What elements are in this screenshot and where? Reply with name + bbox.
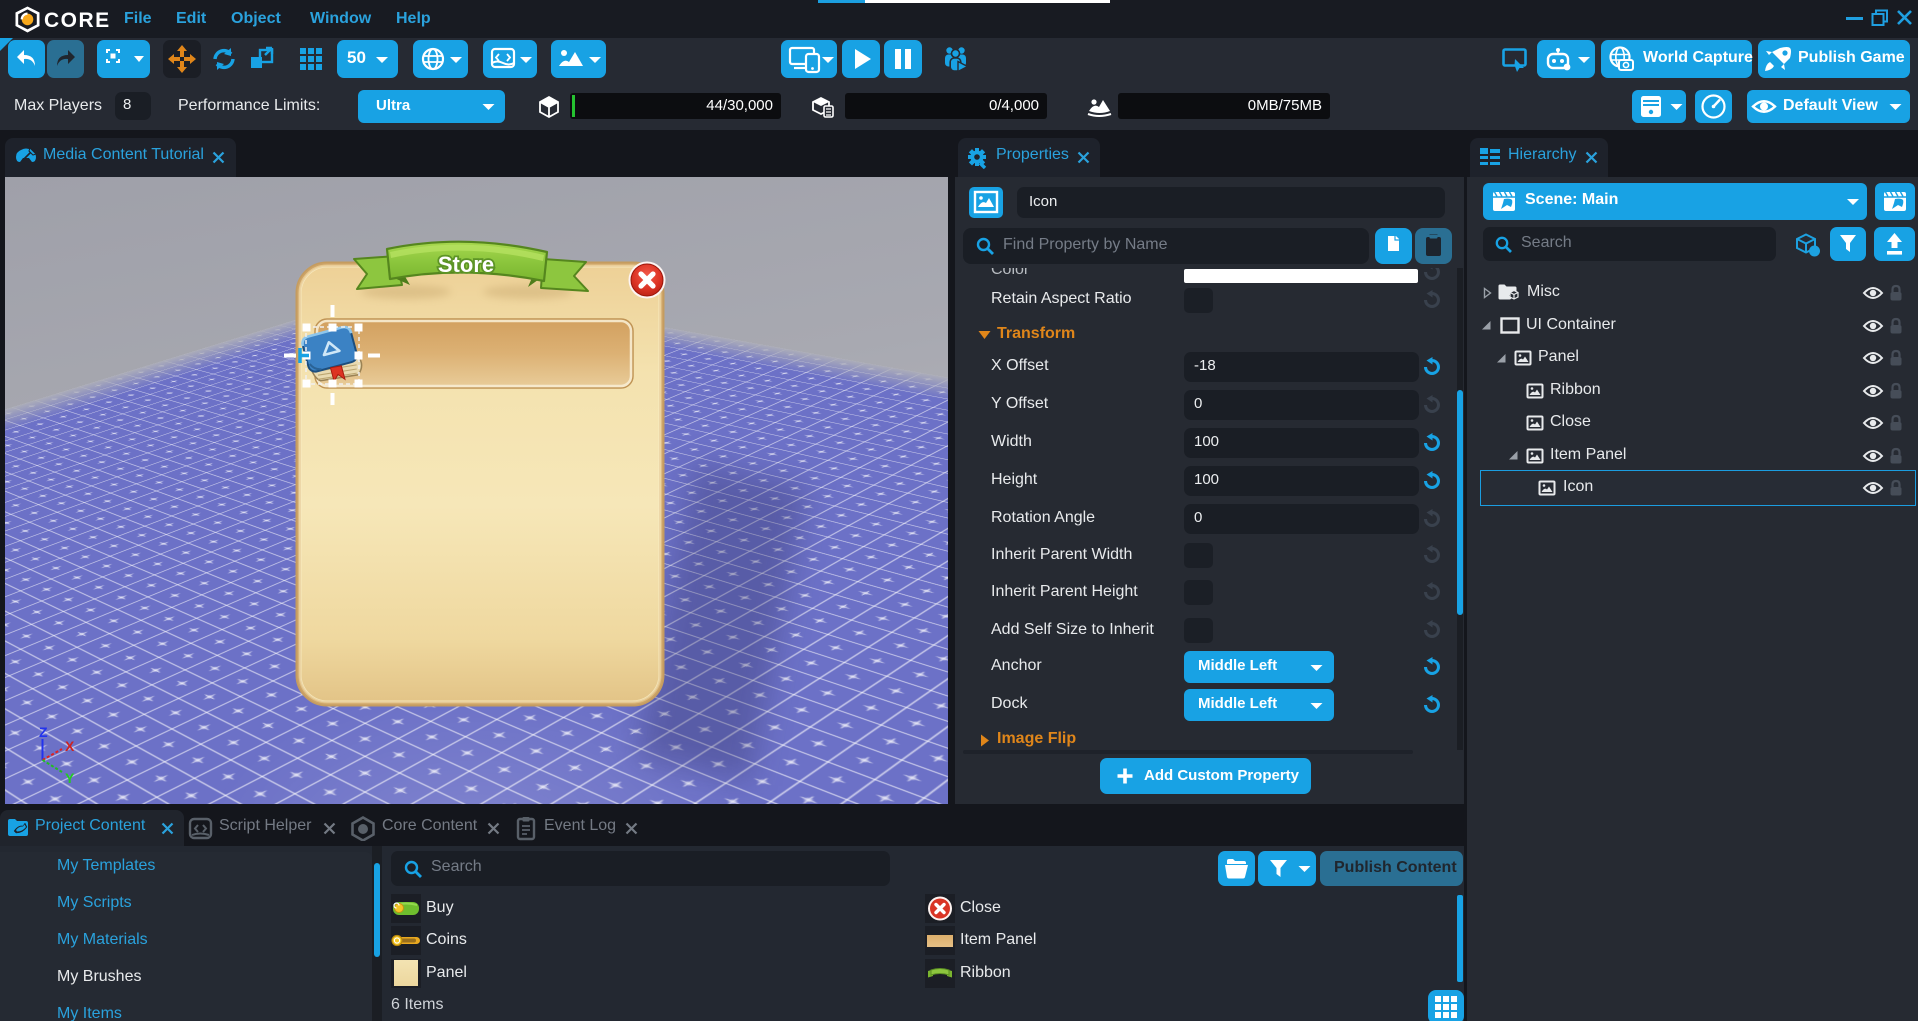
- svg-text:Store: Store: [438, 252, 494, 277]
- svg-text:X: X: [65, 738, 75, 754]
- svg-text:Y: Y: [65, 770, 75, 785]
- svg-text:Z: Z: [39, 724, 48, 740]
